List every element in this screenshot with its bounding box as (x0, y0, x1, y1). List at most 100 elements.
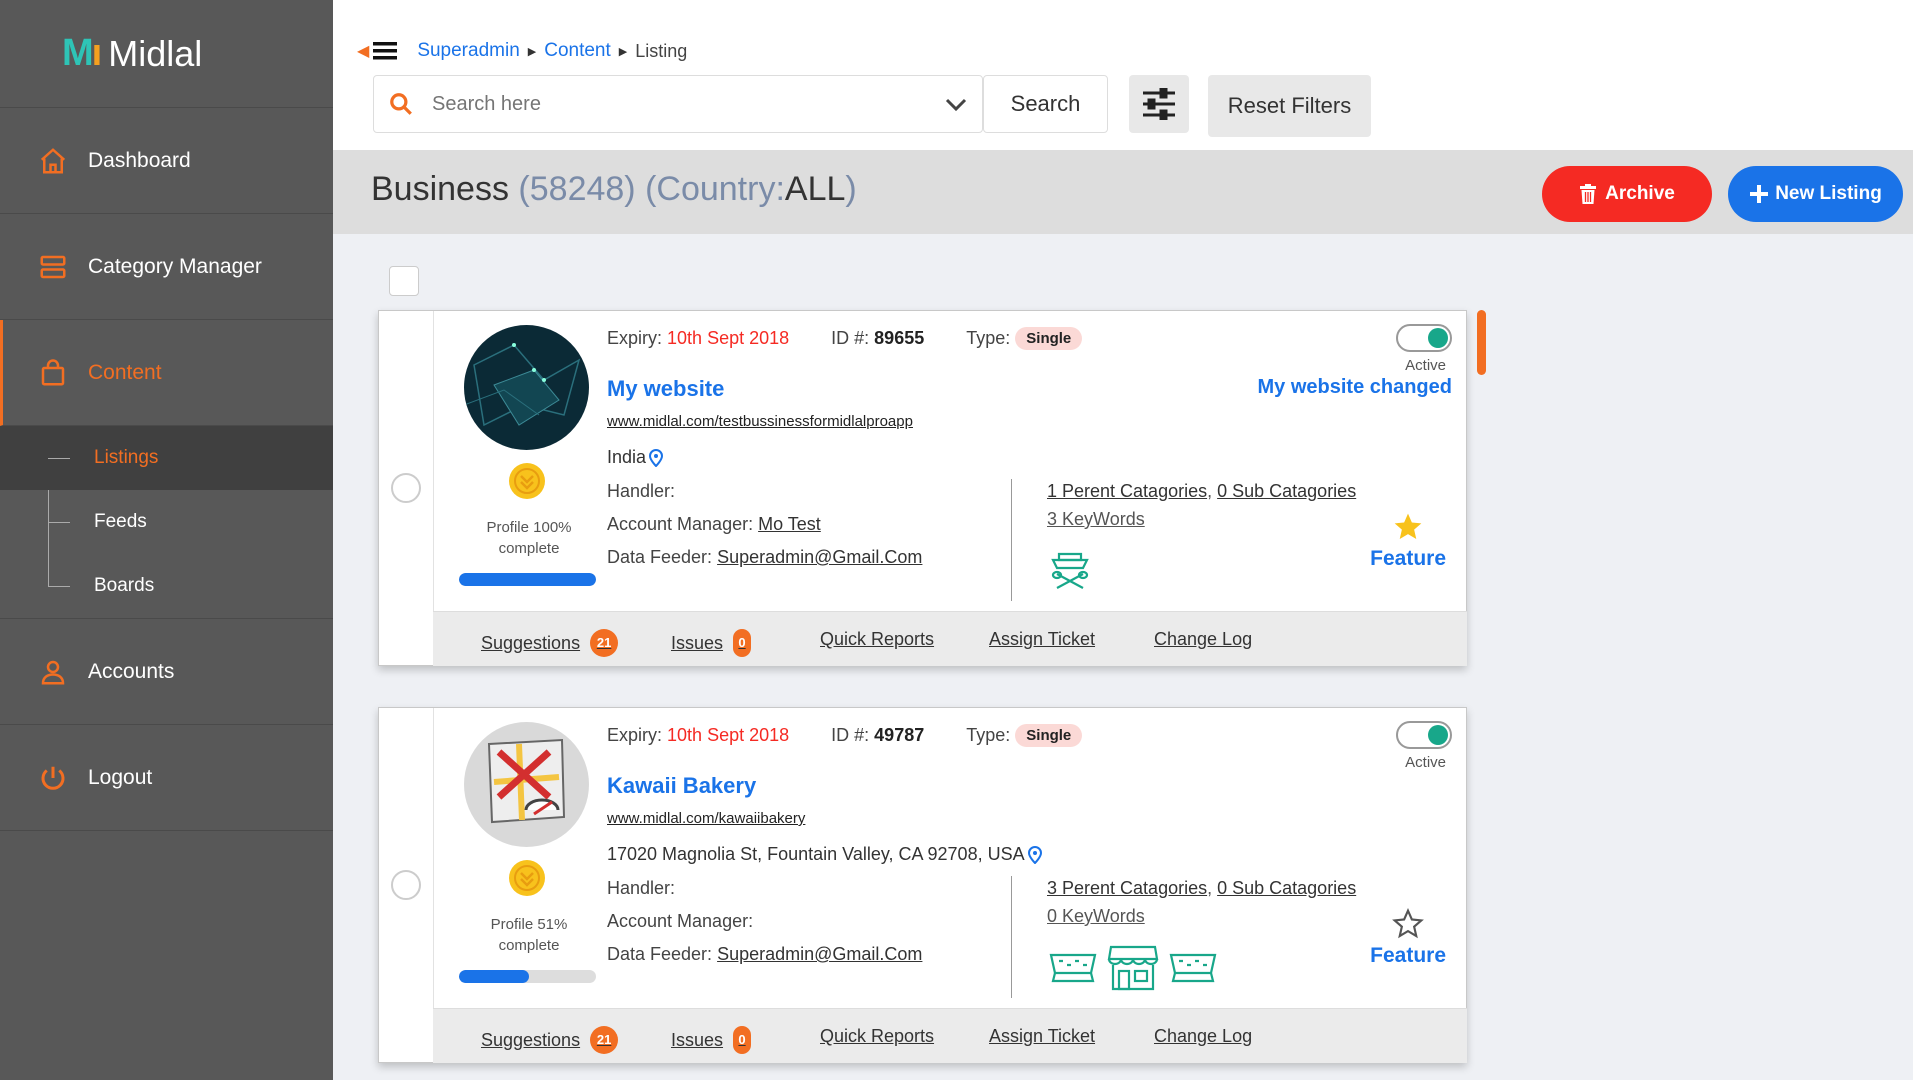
search-button[interactable]: Search (983, 75, 1108, 133)
type-label: Type: (966, 725, 1011, 745)
select-all-checkbox[interactable] (389, 266, 419, 296)
sidebar-item-accounts[interactable]: Accounts (0, 619, 333, 725)
type-badge: Single (1015, 327, 1083, 350)
parent-categories-link[interactable]: 3 Perent Catagories (1047, 878, 1207, 898)
sidebar-item-label: Logout (88, 765, 153, 789)
sidebar-item-dashboard[interactable]: Dashboard (0, 108, 333, 214)
sidebar-subitem-listings[interactable]: Listings (0, 426, 333, 490)
issues-count-badge: 0 (733, 1026, 752, 1054)
new-listing-button[interactable]: New Listing (1728, 166, 1903, 222)
handler-row: Handler: (607, 878, 675, 899)
listing-id: 89655 (874, 328, 925, 348)
hamburger-menu-icon[interactable] (373, 41, 398, 61)
issues-label: Issues (671, 1029, 724, 1050)
caret-right-icon: ▶ (527, 45, 537, 58)
sub-categories-link[interactable]: 0 Sub Catagories (1217, 878, 1356, 898)
assign-ticket-link[interactable]: Assign Ticket (989, 629, 1095, 650)
sidebar-item-label: Dashboard (88, 148, 191, 172)
profile-line: Profile 100% (486, 519, 572, 536)
sidebar-item-category-manager[interactable]: Category Manager (0, 214, 333, 320)
location-text: 17020 Magnolia St, Fountain Valley, CA 9… (607, 844, 1025, 864)
type-label: Type: (966, 328, 1011, 348)
category-icons (1047, 546, 1093, 592)
listing-footer: Suggestions 21 Issues 0 Quick Reports Assi… (433, 611, 1467, 666)
category-icons (1047, 943, 1219, 991)
change-log-link[interactable]: Change Log (1154, 629, 1252, 650)
sub-categories-link[interactable]: 0 Sub Catagories (1217, 481, 1356, 501)
star-filled-icon[interactable] (1392, 511, 1424, 543)
page-title: Business (58248) (Country:ALL) (371, 170, 857, 209)
listing-location: India (607, 447, 664, 468)
changed-name-link[interactable]: My website changed (1258, 376, 1453, 399)
assign-ticket-link[interactable]: Assign Ticket (989, 1026, 1095, 1047)
profile-line: complete (498, 540, 560, 557)
verified-badge-icon (509, 860, 545, 896)
keywords-link[interactable]: 3 KeyWords (1047, 509, 1145, 530)
status-label: Active (1405, 357, 1446, 374)
breadcrumb-superadmin[interactable]: Superadmin (417, 40, 519, 62)
feature-label[interactable]: Feature (1370, 547, 1446, 571)
suggestions-link[interactable]: Suggestions 21 (481, 1026, 619, 1054)
search-input[interactable] (432, 92, 912, 116)
listing-logo (464, 722, 589, 847)
manager-label: Account Manager: (607, 514, 754, 534)
keywords-link[interactable]: 0 KeyWords (1047, 906, 1145, 927)
business-name-link[interactable]: Kawaii Bakery (607, 773, 756, 799)
change-log-link[interactable]: Change Log (1154, 1026, 1252, 1047)
listing-select-radio[interactable] (391, 473, 421, 503)
map-pin-icon (649, 448, 664, 467)
categories-row: 3 Perent Catagories, 0 Sub Catagories (1047, 878, 1357, 898)
quick-reports-link[interactable]: Quick Reports (820, 1026, 934, 1047)
collapse-arrow-icon[interactable]: ◀ (357, 41, 369, 61)
breadcrumb-content[interactable]: Content (544, 40, 611, 62)
logo-text: Midlal (108, 32, 203, 74)
business-name-link[interactable]: My website (607, 376, 724, 402)
type-badge: Single (1015, 724, 1083, 747)
chevron-down-icon[interactable] (944, 92, 968, 116)
sidebar-item-label: Category Manager (88, 254, 262, 278)
content-subnav: Listings Feeds Boards (0, 426, 333, 619)
new-listing-label: New Listing (1775, 183, 1882, 204)
sidebar-subitem-boards[interactable]: Boards (0, 554, 333, 618)
sidebar-item-logout[interactable]: Logout (0, 725, 333, 831)
sidebar-subitem-feeds[interactable]: Feeds (0, 490, 333, 554)
data-feeder-row: Data Feeder: Superadmin@Gmail.Com (607, 547, 922, 568)
listing-select-radio[interactable] (391, 870, 421, 900)
quick-reports-link[interactable]: Quick Reports (820, 629, 934, 650)
filter-settings-button[interactable] (1129, 75, 1189, 133)
status-label: Active (1405, 754, 1446, 771)
suggestions-link[interactable]: Suggestions 21 (481, 629, 619, 657)
active-toggle[interactable] (1396, 721, 1452, 749)
categories-row: 1 Perent Catagories, 0 Sub Catagories (1047, 481, 1357, 501)
archive-label: Archive (1605, 183, 1675, 204)
manager-link[interactable]: Mo Test (758, 514, 821, 534)
star-outline-icon[interactable] (1392, 908, 1424, 940)
feature-label[interactable]: Feature (1370, 944, 1446, 968)
sidebar-item-content[interactable]: Content (0, 320, 333, 426)
listing-url[interactable]: www.midlal.com/kawaiibakery (607, 810, 805, 827)
manager-label: Account Manager: (607, 911, 754, 931)
caret-right-icon: ▶ (618, 45, 628, 58)
profile-completion-text: Profile 51% complete (469, 914, 589, 956)
search-icon (390, 93, 412, 115)
expiry-label: Expiry: (607, 725, 663, 745)
feeder-label: Data Feeder: (607, 547, 713, 567)
issues-link[interactable]: Issues 0 (671, 1026, 752, 1054)
logo-icon: Mı (62, 32, 102, 74)
data-feeder-row: Data Feeder: Superadmin@Gmail.Com (607, 944, 922, 965)
sidebar-item-label: Content (88, 360, 162, 384)
feeder-link[interactable]: Superadmin@Gmail.Com (717, 547, 922, 567)
issues-count-badge: 0 (733, 629, 752, 657)
listing-count: (58248) (518, 170, 636, 208)
archive-button[interactable]: Archive (1542, 166, 1712, 222)
feeder-link[interactable]: Superadmin@Gmail.Com (717, 944, 922, 964)
issues-link[interactable]: Issues 0 (671, 629, 752, 657)
parent-categories-link[interactable]: 1 Perent Catagories (1047, 481, 1207, 501)
scrollbar-thumb[interactable] (1477, 310, 1486, 375)
logo[interactable]: Mı Midlal (0, 0, 333, 108)
reset-filters-button[interactable]: Reset Filters (1208, 75, 1371, 137)
listing-url[interactable]: www.midlal.com/testbussinessformidlalpro… (607, 413, 913, 430)
active-toggle[interactable] (1396, 324, 1452, 352)
breadcrumb: ◀ Superadmin ▶ Content ▶ Listing (357, 40, 687, 62)
listing-footer: Suggestions 21 Issues 0 Quick Reports Assi… (433, 1008, 1467, 1063)
